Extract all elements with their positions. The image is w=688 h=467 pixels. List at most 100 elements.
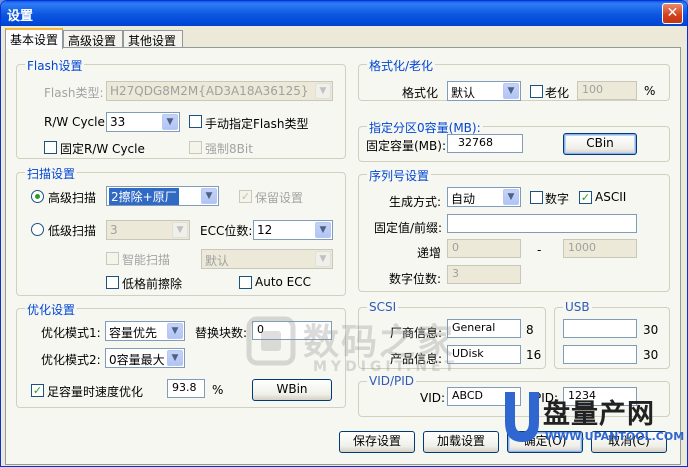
chevron-down-icon: ▼ [172, 222, 188, 238]
pid-label: PID: [534, 391, 559, 405]
serial-prefix-input[interactable] [447, 214, 637, 233]
format-select[interactable]: 默认 ▼ [447, 81, 521, 101]
serial-step-to-input[interactable]: 1000 [563, 239, 637, 258]
serial-method-label: 生成方式: [389, 195, 442, 209]
format-group-title: 格式化/老化 [367, 57, 436, 74]
format-label: 格式化 [402, 86, 439, 100]
smart-scan-label: 智能扫描 [122, 253, 171, 267]
usb-field1-input[interactable] [563, 319, 637, 338]
scsi-group-title: SCSI [367, 300, 399, 314]
smart-scan-checkbox[interactable] [106, 252, 119, 265]
flash-type-select[interactable]: H27QDG8M2M{AD3A18A36125} ▼ [106, 81, 333, 101]
chevron-down-icon: ▼ [315, 83, 331, 99]
chevron-down-icon: ▼ [167, 350, 183, 366]
optimize-mode1-label: 优化模式1: [41, 326, 101, 340]
tab-basic[interactable]: 基本设置 [5, 28, 63, 49]
usb-field2-length: 30 [643, 348, 659, 362]
manual-flash-label: 手动指定Flash类型 [205, 117, 309, 131]
high-scan-select[interactable]: 2擦除+原厂 ▼ [106, 186, 219, 206]
serial-step-label: 递增 [417, 246, 442, 260]
tab-advanced[interactable]: 高级设置 [63, 30, 123, 48]
close-button[interactable]: ✕ [662, 3, 683, 24]
close-icon: ✕ [666, 5, 679, 21]
serial-digits-input[interactable]: 3 [447, 265, 521, 284]
scsi-product-label: 产品信息: [390, 352, 443, 366]
pid-input[interactable]: 1234 [563, 387, 637, 406]
keep-settings-label: 保留设置 [255, 191, 304, 205]
tab-other[interactable]: 其他设置 [123, 30, 183, 48]
chevron-down-icon: ▼ [503, 83, 519, 99]
speed-optimize-input[interactable]: 93.8 [167, 379, 205, 398]
force-8bit-checkbox[interactable] [189, 141, 202, 154]
serial-step-from-input[interactable]: 0 [447, 239, 521, 258]
force-8bit-label: 强制8Bit [205, 142, 253, 156]
ok-button[interactable]: 确定(O) [507, 431, 583, 453]
replace-blocks-label: 替换块数: [195, 326, 248, 340]
rw-cycle-value: 33 [110, 115, 126, 129]
serial-method-select[interactable]: 自动 ▼ [447, 187, 521, 207]
rw-cycle-select[interactable]: 33 ▼ [106, 112, 180, 132]
chevron-down-icon: ▼ [201, 188, 217, 204]
speed-optimize-label: 足容量时速度优化 [47, 385, 144, 399]
cbin-button[interactable]: CBin [563, 133, 637, 155]
load-settings-button[interactable]: 加载设置 [423, 431, 499, 453]
serial-ascii-label: ASCII [595, 190, 627, 204]
fixed-capacity-input[interactable]: 32768 [447, 134, 523, 153]
vidpid-group-title: VID/PID [367, 374, 417, 388]
window-title: 设置 [7, 9, 34, 24]
low-scan-value: 3 [110, 223, 118, 237]
usb-field2-input[interactable] [563, 345, 637, 364]
scsi-vendor-label: 厂商信息: [390, 326, 443, 340]
smart-scan-value: 默认 [205, 254, 230, 268]
high-scan-value: 2擦除+原厂 [109, 188, 179, 205]
high-scan-radio[interactable] [31, 190, 44, 203]
ecc-bits-label: ECC位数: [200, 224, 253, 238]
vid-label: VID: [420, 391, 446, 405]
scsi-vendor-input[interactable]: General [447, 319, 521, 338]
serial-digit-checkbox[interactable] [530, 191, 543, 204]
vid-input[interactable]: ABCD [447, 387, 521, 406]
flash-type-label: Flash类型: [44, 86, 104, 100]
auto-ecc-label: Auto ECC [255, 275, 312, 289]
speed-unit: % [212, 383, 224, 397]
wbin-button[interactable]: WBin [252, 379, 332, 401]
usb-field1-length: 30 [643, 323, 659, 337]
erase-before-format-checkbox[interactable] [106, 276, 119, 289]
cancel-button[interactable]: 取消(C) [591, 431, 667, 453]
scan-group-title: 扫描设置 [25, 165, 78, 182]
keep-settings-checkbox[interactable]: ✓ [239, 190, 252, 203]
low-scan-radio[interactable] [31, 223, 44, 236]
speed-optimize-checkbox[interactable]: ✓ [31, 384, 44, 397]
save-settings-button[interactable]: 保存设置 [339, 431, 415, 453]
serial-step-dash: - [537, 243, 542, 257]
auto-ecc-checkbox[interactable] [239, 276, 252, 289]
aging-checkbox[interactable] [530, 85, 543, 98]
serial-digit-label: 数字 [545, 192, 570, 206]
title-bar[interactable]: 设置 ✕ [1, 1, 687, 26]
fixed-rw-label: 固定R/W Cycle [60, 142, 145, 156]
replace-blocks-input[interactable]: 0 [252, 321, 332, 340]
aging-label: 老化 [545, 86, 570, 100]
manual-flash-checkbox[interactable] [189, 115, 202, 128]
serial-method-value: 自动 [451, 192, 476, 206]
optimize-mode2-label: 优化模式2: [41, 353, 101, 367]
ecc-bits-select[interactable]: 12 ▼ [253, 220, 333, 240]
fixed-capacity-label: 固定容量(MB): [366, 139, 446, 153]
flash-group-title: Flash设置 [25, 57, 85, 74]
serial-ascii-checkbox[interactable]: ✓ [579, 191, 592, 204]
low-scan-select[interactable]: 3 ▼ [106, 220, 190, 240]
chevron-down-icon: ▼ [167, 323, 183, 339]
usb-group-title: USB [563, 300, 592, 314]
smart-scan-select[interactable]: 默认 ▼ [201, 249, 333, 269]
optimize-mode2-value: 0容量最大 [109, 353, 165, 367]
aging-input[interactable]: 100 [577, 81, 637, 100]
scsi-product-input[interactable]: UDisk [447, 345, 521, 364]
chevron-down-icon: ▼ [315, 251, 331, 267]
optimize-mode1-select[interactable]: 容量优先 ▼ [105, 321, 185, 341]
fixed-rw-checkbox[interactable] [44, 141, 57, 154]
chevron-down-icon: ▼ [503, 189, 519, 205]
low-scan-label: 低级扫描 [48, 224, 97, 238]
format-value: 默认 [451, 86, 476, 100]
settings-window: 设置 ✕ 基本设置 高级设置 其他设置 Flash设置 Flash类型: H27… [0, 0, 688, 467]
optimize-mode2-select[interactable]: 0容量最大 ▼ [105, 348, 185, 368]
